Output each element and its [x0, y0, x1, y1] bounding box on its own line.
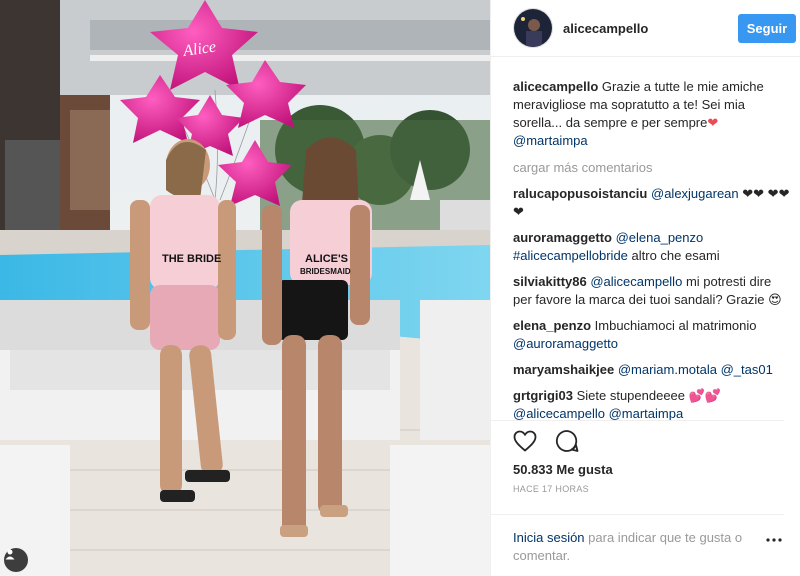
user-tag-icon[interactable] [4, 548, 28, 572]
comment-username[interactable]: grtgrigi03 [513, 388, 573, 403]
comment-hashtag[interactable]: #alicecampellobride [513, 248, 628, 263]
comment-username[interactable]: maryamshaikjee [513, 362, 614, 377]
header-username[interactable]: alicecampello [563, 21, 738, 36]
comment-item: silviakitty86 @alicecampello mi potresti… [513, 273, 790, 309]
follow-button[interactable]: Seguir [738, 13, 796, 43]
shirt-text-right-2: BRIDESMAID [300, 267, 351, 276]
comment-item: auroramaggetto @elena_penzo #alicecampel… [513, 229, 790, 265]
comment-item: elena_penzo Imbuchiamoci al matrimonio @… [513, 317, 790, 353]
shirt-text-right-1: ALICE'S [305, 253, 348, 265]
comment-text: Imbuchiamoci al matrimonio [594, 318, 757, 333]
shirt-text-left: THE BRIDE [162, 253, 221, 265]
caption: alicecampello Grazie a tutte le mie amic… [513, 78, 790, 150]
comment-mention[interactable]: @alicecampello [513, 406, 605, 420]
post-timestamp[interactable]: HACE 17 HORAS [491, 484, 800, 506]
post-actions [491, 420, 784, 460]
post-header: alicecampello Seguir [491, 0, 800, 57]
comment-mention[interactable]: @elena_penzo [616, 230, 704, 245]
comment-item: ralucapopusoistanciu @alexjugarean ❤❤ ❤❤… [513, 185, 790, 221]
comments-list: alicecampello Grazie a tutte le mie amic… [491, 57, 800, 420]
likes-count[interactable]: 50.833 Me gusta [491, 460, 800, 480]
login-prompt: Inicia sesión para indicar que te gusta … [491, 514, 784, 576]
comment-text: altro che esami [631, 248, 720, 263]
comment-item: grtgrigi03 Siete stupendeeee 💕💕 @aliceca… [513, 387, 790, 420]
comment-username[interactable]: ralucapopusoistanciu [513, 186, 647, 201]
comment-bubble-icon[interactable] [553, 427, 581, 455]
comment-hearts: 💕💕 [688, 388, 722, 403]
login-link[interactable]: Inicia sesión [513, 530, 585, 545]
post-photo[interactable]: Alice THE BRIDE ALICE'S BRIDESMAID [0, 0, 490, 576]
comment-mention-2[interactable]: @_tas01 [721, 362, 773, 377]
heart-outline-icon[interactable] [511, 427, 539, 455]
caption-username[interactable]: alicecampello [513, 79, 598, 94]
comment-mention[interactable]: @mariam.motala [618, 362, 717, 377]
comment-username[interactable]: auroramaggetto [513, 230, 612, 245]
instagram-post: Alice THE BRIDE ALICE'S BRIDESMAID alice… [0, 0, 800, 576]
post-side-panel: alicecampello Seguir alicecampello Grazi… [490, 0, 800, 576]
comment-text: Siete stupendeeee [576, 388, 686, 403]
avatar[interactable] [513, 8, 553, 48]
more-options-icon[interactable] [766, 529, 782, 547]
caption-mention[interactable]: @martaimpa [513, 133, 588, 148]
comment-username[interactable]: silviakitty86 [513, 274, 587, 289]
comment-mention[interactable]: @auroramaggetto [513, 336, 618, 351]
photo-illustration: Alice THE BRIDE ALICE'S BRIDESMAID [0, 0, 490, 576]
comment-item: maryamshaikjee @mariam.motala @_tas01 [513, 361, 790, 379]
comment-mention-2[interactable]: @martaimpa [609, 406, 684, 420]
load-more-comments-link[interactable]: cargar más comentarios [513, 160, 790, 175]
comment-mention[interactable]: @alexjugarean [651, 186, 739, 201]
comment-username[interactable]: elena_penzo [513, 318, 591, 333]
heart-emoji-icon: ❤ [707, 115, 719, 130]
comment-mention[interactable]: @alicecampello [590, 274, 682, 289]
